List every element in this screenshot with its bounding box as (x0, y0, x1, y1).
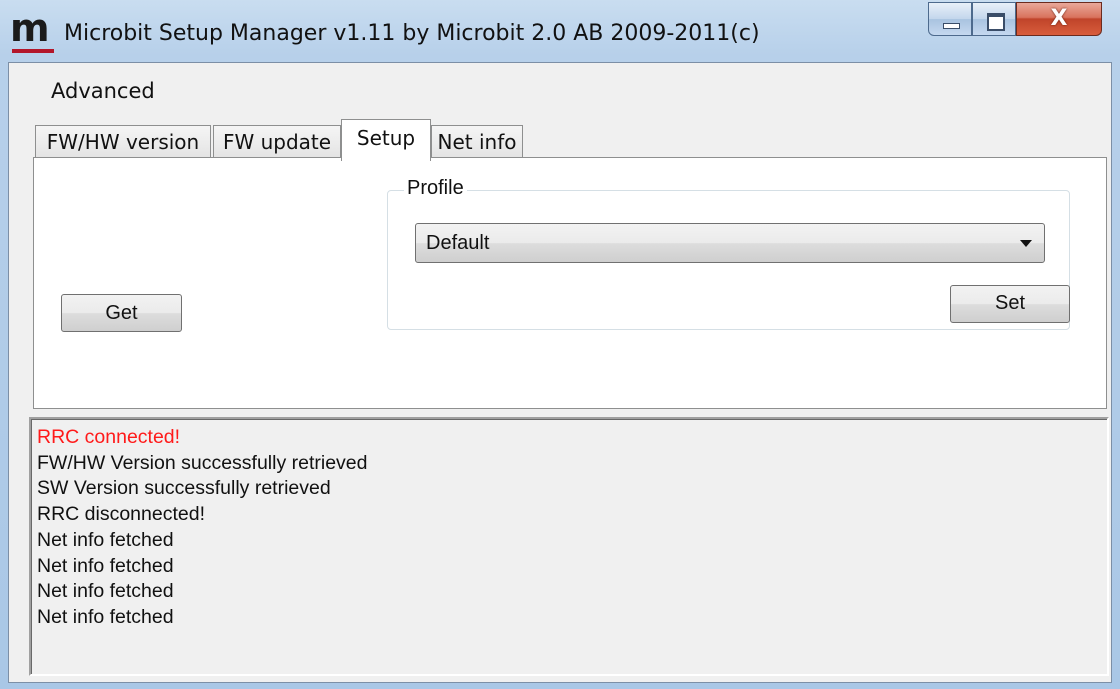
set-button[interactable]: Set (950, 285, 1070, 323)
log-line: Net info fetched (37, 605, 174, 628)
setup-tab-panel: Get Profile Default Set (33, 157, 1107, 409)
menu-bar: Advanced (9, 63, 1111, 113)
get-button[interactable]: Get (61, 294, 182, 332)
profile-groupbox: Profile Default Set (387, 177, 1070, 330)
log-line: FW/HW Version successfully retrieved (37, 451, 368, 474)
chevron-down-icon (1020, 240, 1032, 247)
app-window: m Microbit Setup Manager v1.11 by Microb… (0, 0, 1120, 689)
close-button[interactable]: X (1016, 2, 1102, 36)
minimize-icon (943, 23, 960, 29)
log-line: Net info fetched (37, 554, 174, 577)
tab-setup[interactable]: Setup (341, 119, 431, 161)
log-line: RRC disconnected! (37, 503, 205, 526)
title-bar[interactable]: m Microbit Setup Manager v1.11 by Microb… (0, 0, 1120, 62)
profile-dropdown[interactable]: Default (415, 223, 1045, 263)
close-icon: X (1050, 6, 1068, 31)
window-title: Microbit Setup Manager v1.11 by Microbit… (64, 21, 760, 46)
menu-advanced[interactable]: Advanced (51, 79, 155, 103)
log-line: Net info fetched (37, 528, 174, 551)
logo-letter: m (10, 6, 50, 50)
log-line: SW Version successfully retrieved (37, 477, 331, 500)
tab-fw-hw-version[interactable]: FW/HW version (35, 125, 211, 159)
app-logo-icon: m (10, 9, 56, 53)
tab-fw-update[interactable]: FW update (213, 125, 341, 159)
logo-accent-bar (12, 49, 54, 53)
tab-net-info[interactable]: Net info (431, 125, 523, 159)
caption-buttons: X (928, 2, 1102, 38)
log-line: Net info fetched (37, 580, 174, 603)
profile-selected-value: Default (426, 232, 490, 254)
log-line: RRC connected! (37, 426, 181, 448)
maximize-button[interactable] (972, 2, 1016, 36)
minimize-button[interactable] (928, 2, 972, 36)
log-lines: RRC connected! FW/HW Version successfull… (37, 425, 368, 631)
profile-group-label: Profile (404, 177, 467, 200)
maximize-icon (987, 13, 1005, 31)
log-output[interactable]: RRC connected! FW/HW Version successfull… (29, 417, 1109, 676)
client-area: Advanced FW/HW version FW update Setup N… (8, 62, 1112, 683)
